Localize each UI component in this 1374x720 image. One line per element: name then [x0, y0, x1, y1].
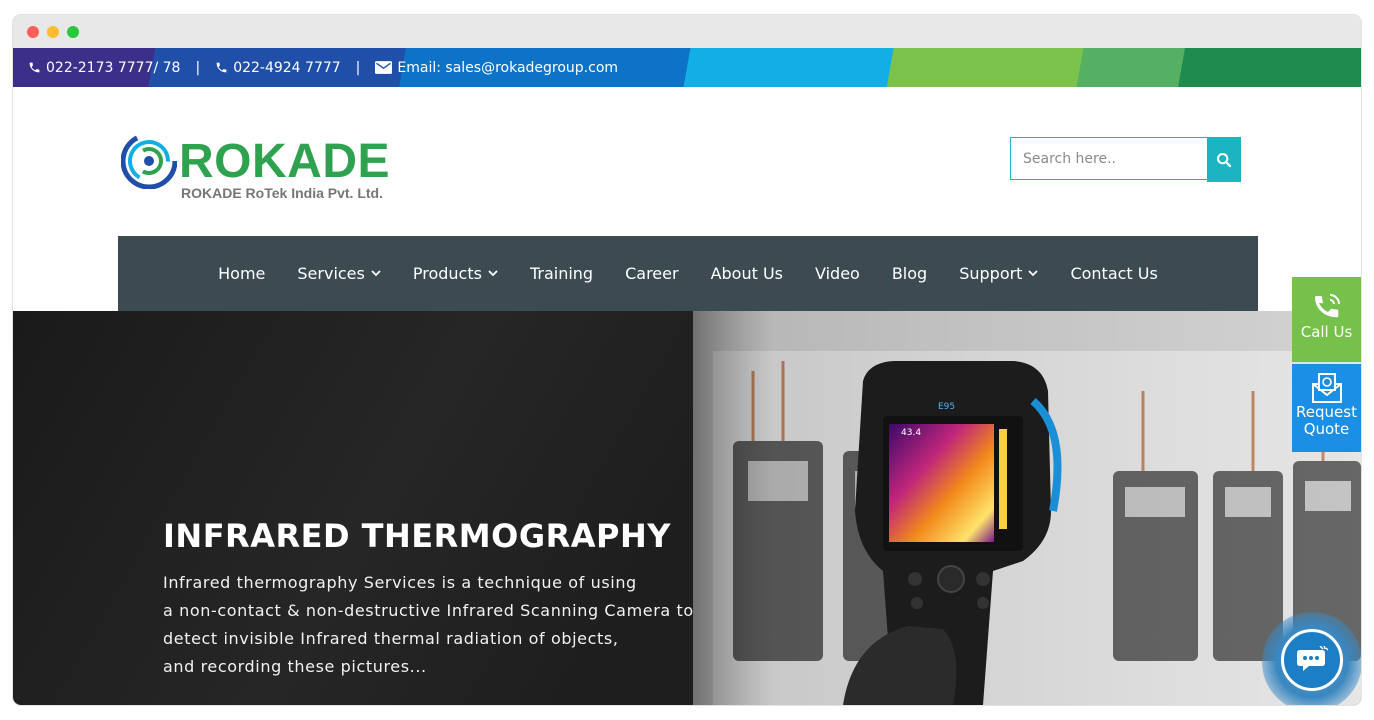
nav-item-video[interactable]: Video	[815, 264, 860, 283]
nav-item-products[interactable]: Products	[413, 264, 498, 283]
hero-description-line: a non-contact & non-destructive Infrared…	[163, 601, 694, 620]
request-quote-label-1: Request	[1296, 403, 1357, 421]
envelope-icon	[375, 61, 393, 74]
logo-subtitle: ROKADE RoTek India Pvt. Ltd.	[181, 185, 383, 201]
hero-banner: 43.4 E95 INFRARED THERMOGRAPHY Infrared …	[13, 311, 1361, 705]
nav-item-contact-us[interactable]: Contact Us	[1070, 264, 1157, 283]
hero-title: INFRARED THERMOGRAPHY	[163, 517, 671, 555]
call-us-label: Call Us	[1300, 323, 1353, 341]
hero-description: Infrared thermography Services is a tech…	[163, 569, 694, 681]
nav-item-blog[interactable]: Blog	[892, 264, 927, 283]
nav-item-about-us[interactable]: About Us	[711, 264, 783, 283]
main-navigation: Home Services Products Training Career A…	[118, 236, 1258, 311]
logo-wordmark: ROKADE	[179, 135, 391, 188]
email-link[interactable]: Email: sales@rokadegroup.com	[375, 60, 618, 76]
chat-button[interactable]	[1281, 629, 1343, 691]
nav-item-home[interactable]: Home	[218, 264, 265, 283]
phone-number-2: 022-4924 7777	[233, 59, 341, 76]
call-us-button[interactable]: Call Us	[1292, 277, 1361, 362]
separator: |	[355, 59, 361, 76]
nav-label: Blog	[891, 264, 928, 283]
phone-link-1[interactable]: 022-2173 7777/ 78	[28, 60, 180, 76]
chevron-down-icon	[488, 270, 498, 277]
nav-label: Contact Us	[1070, 264, 1158, 283]
maximize-window-button[interactable]	[67, 26, 79, 38]
chevron-down-icon	[1028, 270, 1039, 277]
search-bar	[1010, 137, 1241, 182]
email-address: Email: sales@rokadegroup.com	[397, 59, 619, 76]
nav-label: Services	[297, 264, 365, 283]
separator: |	[195, 59, 201, 76]
nav-label: Career	[625, 264, 679, 283]
svg-text:43.4: 43.4	[901, 428, 921, 438]
nav-label: Training	[529, 264, 594, 283]
email-quote-icon	[1311, 373, 1342, 403]
search-icon	[1217, 152, 1232, 167]
hero-description-line: and recording these pictures...	[163, 657, 427, 676]
hero-description-line: Infrared thermography Services is a tech…	[163, 573, 637, 592]
chevron-down-icon	[371, 270, 381, 277]
logo-swirl-icon	[121, 133, 177, 189]
nav-item-training[interactable]: Training	[530, 264, 593, 283]
request-quote-label-2: Quote	[1303, 420, 1350, 438]
phone-link-2[interactable]: 022-4924 7777	[215, 59, 341, 76]
nav-label: Products	[412, 264, 482, 283]
nav-label: Home	[218, 264, 266, 283]
thermal-camera-photo: 43.4 E95	[693, 311, 1361, 705]
nav-label: Video	[815, 264, 860, 283]
search-button[interactable]	[1207, 137, 1241, 182]
phone-number-1: 022-2173 7777/ 78	[46, 59, 181, 76]
window-chrome	[13, 15, 1361, 48]
request-quote-button[interactable]: Request Quote	[1292, 364, 1361, 452]
nav-item-career[interactable]: Career	[625, 264, 678, 283]
nav-label: Support	[959, 264, 1023, 283]
nav-label: About Us	[710, 264, 783, 283]
svg-text:E95: E95	[938, 402, 955, 412]
nav-item-support[interactable]: Support	[959, 264, 1039, 283]
browser-window: 022-2173 7777/ 78 | 022-4924 7777 | Emai…	[13, 15, 1361, 705]
phone-icon	[29, 62, 40, 73]
company-logo[interactable]: ROKADE ROKADE RoTek India Pvt. Ltd.	[121, 133, 401, 205]
hero-description-line: detect invisible Infrared thermal radiat…	[163, 629, 619, 648]
chat-bubble-icon	[1297, 646, 1328, 671]
search-input[interactable]	[1010, 137, 1207, 180]
close-window-button[interactable]	[27, 26, 39, 38]
phone-ring-icon	[1314, 294, 1340, 318]
phone-icon	[216, 62, 227, 73]
minimize-window-button[interactable]	[47, 26, 59, 38]
nav-item-services[interactable]: Services	[297, 264, 381, 283]
contact-topbar: 022-2173 7777/ 78 | 022-4924 7777 | Emai…	[13, 48, 1361, 87]
